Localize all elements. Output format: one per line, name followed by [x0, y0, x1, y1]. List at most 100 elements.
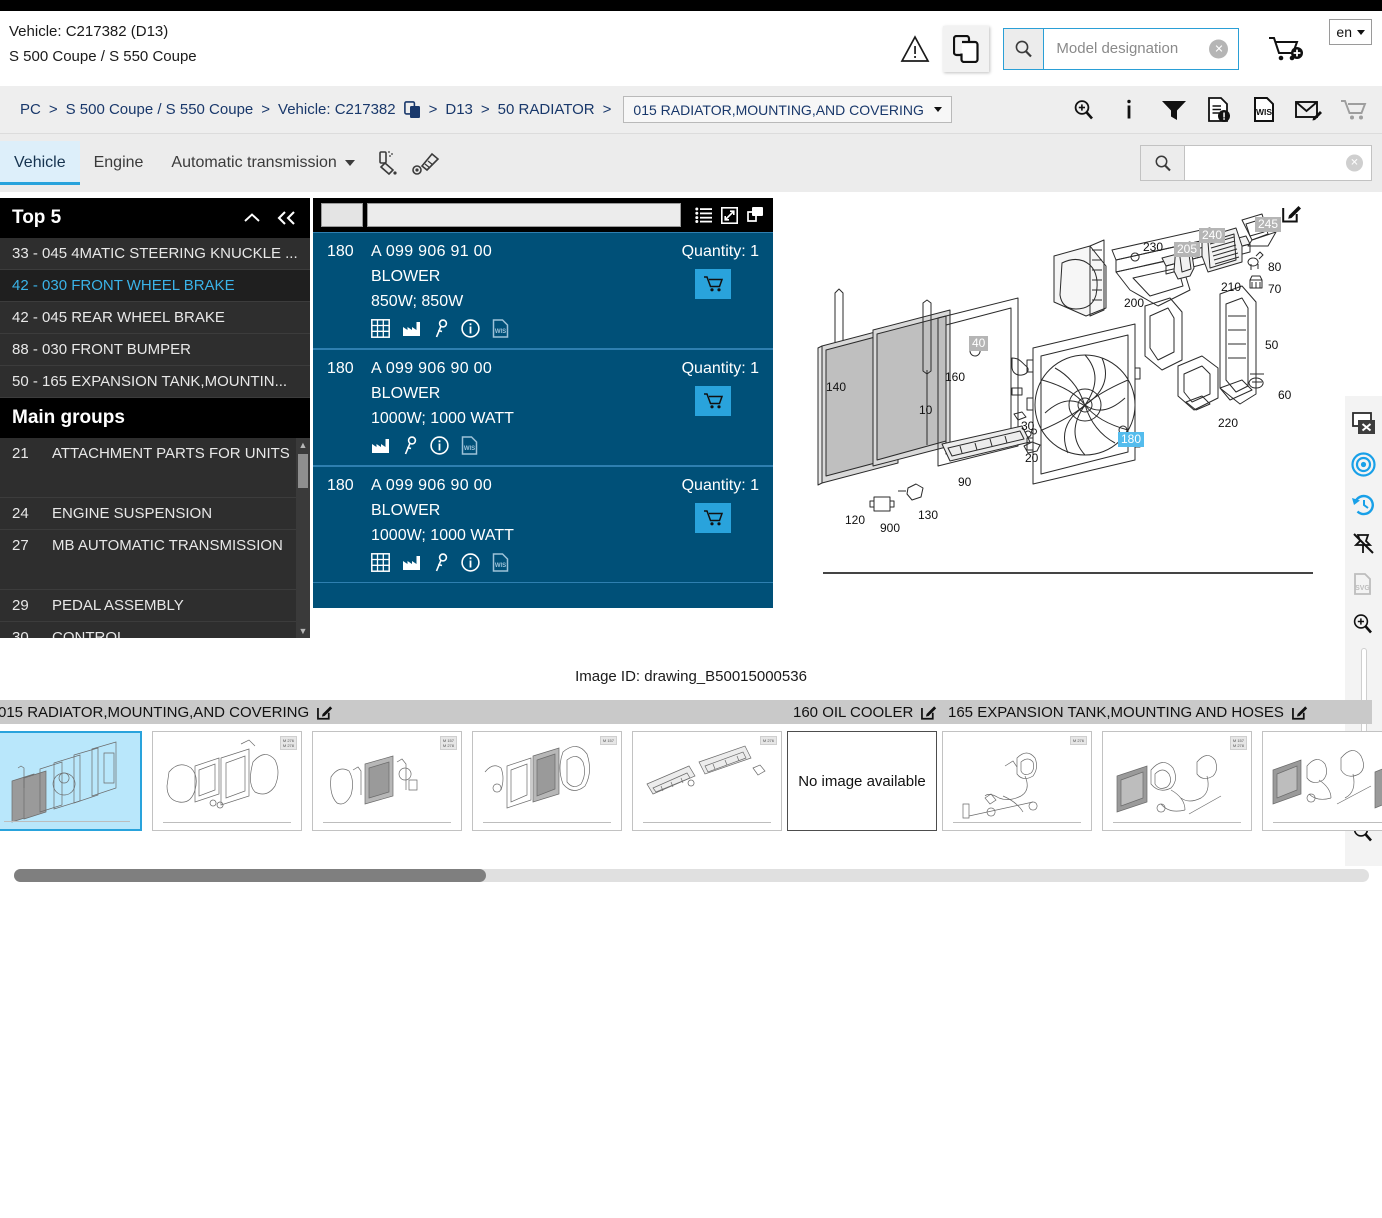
wis-document-icon[interactable]: WIS — [461, 436, 478, 455]
thumbnail-cell[interactable]: M 276 — [942, 731, 1092, 831]
drawing-callout-50[interactable]: 50 — [1262, 338, 1281, 353]
drawing-callout-210[interactable]: 210 — [1218, 280, 1244, 295]
duplicate-window-icon[interactable] — [746, 206, 765, 224]
edit-pencil-icon[interactable] — [1292, 704, 1308, 720]
add-to-cart-button[interactable] — [695, 503, 731, 533]
expand-fullscreen-icon[interactable] — [721, 206, 738, 224]
factory-icon[interactable] — [371, 437, 391, 454]
drawing-callout-60[interactable]: 60 — [1275, 388, 1294, 403]
header-add-to-cart-icon[interactable] — [1261, 34, 1311, 64]
breadcrumb-item-vehicle[interactable]: Vehicle: C217382 — [278, 101, 396, 118]
strip-horizontal-scrollbar[interactable] — [14, 869, 1369, 882]
factory-icon[interactable] — [402, 320, 422, 337]
breadcrumb-item-radiator[interactable]: 50 RADIATOR — [498, 101, 595, 118]
wis-document-icon[interactable]: WIS — [492, 553, 509, 572]
drawing-callout-240[interactable]: 240 — [1199, 228, 1226, 243]
part-row[interactable]: 180 A 099 906 90 00 BLOWER 1000W; 1000 W… — [313, 349, 773, 466]
thumbnail-cell[interactable] — [0, 731, 142, 831]
breadcrumb-selected-dropdown[interactable]: 015 RADIATOR,MOUNTING,AND COVERING — [623, 96, 952, 123]
main-group-item-24[interactable]: 24 ENGINE SUSPENSION — [0, 498, 310, 530]
parts-header-field-wide[interactable] — [367, 203, 681, 227]
top5-item-3[interactable]: 88 - 030 FRONT BUMPER — [0, 334, 310, 366]
thumbnail-strip[interactable]: 015 RADIATOR,MOUNTING,AND COVERING M 276 … — [0, 700, 1382, 860]
model-search-clear-icon[interactable]: ✕ — [1209, 39, 1229, 58]
drawing-callout-230[interactable]: 230 — [1140, 240, 1166, 255]
tab-engine[interactable]: Engine — [80, 141, 158, 185]
unpin-icon[interactable] — [1348, 524, 1380, 564]
drawing-callout-70[interactable]: 70 — [1265, 282, 1284, 297]
thumbnail-cell[interactable]: M 276 M 278 — [152, 731, 302, 831]
paint-spray-icon[interactable] — [369, 143, 407, 183]
shopping-cart-icon[interactable] — [1340, 95, 1368, 125]
copy-documents-icon[interactable] — [943, 25, 990, 72]
parts-search-input[interactable]: ✕ — [1185, 146, 1371, 180]
email-edit-icon[interactable] — [1295, 95, 1323, 125]
double-chevron-left-icon[interactable] — [276, 210, 298, 226]
thumbnail-cell[interactable]: M 157 — [472, 731, 622, 831]
scroll-down-icon[interactable]: ▼ — [296, 624, 310, 638]
scrollbar-thumb[interactable] — [14, 869, 486, 882]
drawing-callout-200[interactable]: 200 — [1121, 296, 1147, 311]
breadcrumb-item-pc[interactable]: PC — [20, 101, 41, 118]
drawing-callout-80[interactable]: 80 — [1265, 260, 1284, 275]
thumbnail-cell[interactable]: M 276 — [632, 731, 782, 831]
technical-drawing-panel[interactable]: 140 160 120 10 40 30 20 90 130 900 200 230 205 240 245… — [790, 198, 1342, 638]
model-search-field[interactable]: Model designation ✕ — [1044, 29, 1238, 69]
model-designation-search[interactable]: Model designation ✕ — [1003, 27, 1240, 70]
parts-search-button[interactable] — [1141, 146, 1185, 180]
info-circle-icon[interactable] — [430, 436, 449, 455]
model-search-button[interactable] — [1004, 28, 1045, 69]
filter-funnel-icon[interactable] — [1160, 95, 1188, 125]
language-selector[interactable]: en — [1329, 19, 1372, 45]
table-grid-icon[interactable] — [371, 553, 390, 572]
key-icon[interactable] — [403, 436, 418, 455]
bolt-screw-icon[interactable] — [407, 143, 445, 183]
drawing-callout-205[interactable]: 205 — [1174, 242, 1201, 257]
main-groups-scrollbar[interactable]: ▲ ▼ — [296, 438, 310, 638]
drawing-callout-120[interactable]: 120 — [842, 513, 868, 528]
drawing-callout-10[interactable]: 10 — [916, 403, 935, 418]
top5-item-4[interactable]: 50 - 165 EXPANSION TANK,MOUNTIN... — [0, 366, 310, 398]
edit-pencil-icon[interactable] — [921, 704, 937, 720]
key-icon[interactable] — [434, 319, 449, 338]
part-row[interactable]: 180 A 099 906 90 00 BLOWER 1000W; 1000 W… — [313, 466, 773, 583]
edit-pencil-icon[interactable] — [317, 704, 333, 720]
add-to-cart-button[interactable] — [695, 386, 731, 416]
thumbnail-cell[interactable]: M 157 M 278 — [312, 731, 462, 831]
wis-document-icon[interactable]: WIS — [492, 319, 509, 338]
drawing-callout-160[interactable]: 160 — [942, 370, 968, 385]
wis-document-icon[interactable]: WIS — [1250, 95, 1278, 125]
target-focus-icon[interactable] — [1348, 444, 1380, 484]
top5-item-2[interactable]: 42 - 045 REAR WHEEL BRAKE — [0, 302, 310, 334]
parts-search-box[interactable]: ✕ — [1140, 145, 1372, 181]
info-icon[interactable] — [1115, 95, 1143, 125]
table-grid-icon[interactable] — [371, 319, 390, 338]
thumbnail-cell[interactable]: M 157 M 278 — [1102, 731, 1252, 831]
warning-triangle-icon[interactable] — [895, 29, 935, 69]
drawing-callout-30[interactable]: 30 — [1018, 419, 1037, 434]
zoom-in-icon[interactable] — [1348, 604, 1380, 644]
zoom-in-search-icon[interactable] — [1070, 95, 1098, 125]
main-groups-list[interactable]: 21 ATTACHMENT PARTS FOR UNITS 24 ENGINE … — [0, 438, 310, 638]
scrollbar-thumb[interactable] — [298, 454, 308, 488]
main-group-item-21[interactable]: 21 ATTACHMENT PARTS FOR UNITS — [0, 438, 310, 498]
drawing-callout-220[interactable]: 220 — [1215, 416, 1241, 431]
drawing-callout-900[interactable]: 900 — [877, 521, 903, 536]
drawing-callout-90[interactable]: 90 — [955, 475, 974, 490]
history-undo-icon[interactable] — [1348, 484, 1380, 524]
drawing-callout-40[interactable]: 40 — [969, 336, 989, 351]
top5-item-1[interactable]: 42 - 030 FRONT WHEEL BRAKE — [0, 270, 310, 302]
drawing-callout-180[interactable]: 180 — [1118, 432, 1145, 447]
add-to-cart-button[interactable] — [695, 269, 731, 299]
thumbnail-cell[interactable]: No image available — [787, 731, 937, 831]
drawing-callout-20[interactable]: 20 — [1022, 451, 1041, 466]
parts-header-field-small[interactable] — [321, 203, 363, 227]
part-row[interactable]: 180 A 099 906 91 00 BLOWER 850W; 850W WI… — [313, 232, 773, 349]
info-circle-icon[interactable] — [461, 319, 480, 338]
close-window-icon[interactable] — [1348, 404, 1380, 444]
info-circle-icon[interactable] — [461, 553, 480, 572]
tab-automatic-transmission[interactable]: Automatic transmission — [157, 141, 368, 185]
main-group-item-29[interactable]: 29 PEDAL ASSEMBLY — [0, 590, 310, 622]
main-group-item-30[interactable]: 30 CONTROL — [0, 622, 310, 638]
document-alert-icon[interactable] — [1205, 95, 1233, 125]
